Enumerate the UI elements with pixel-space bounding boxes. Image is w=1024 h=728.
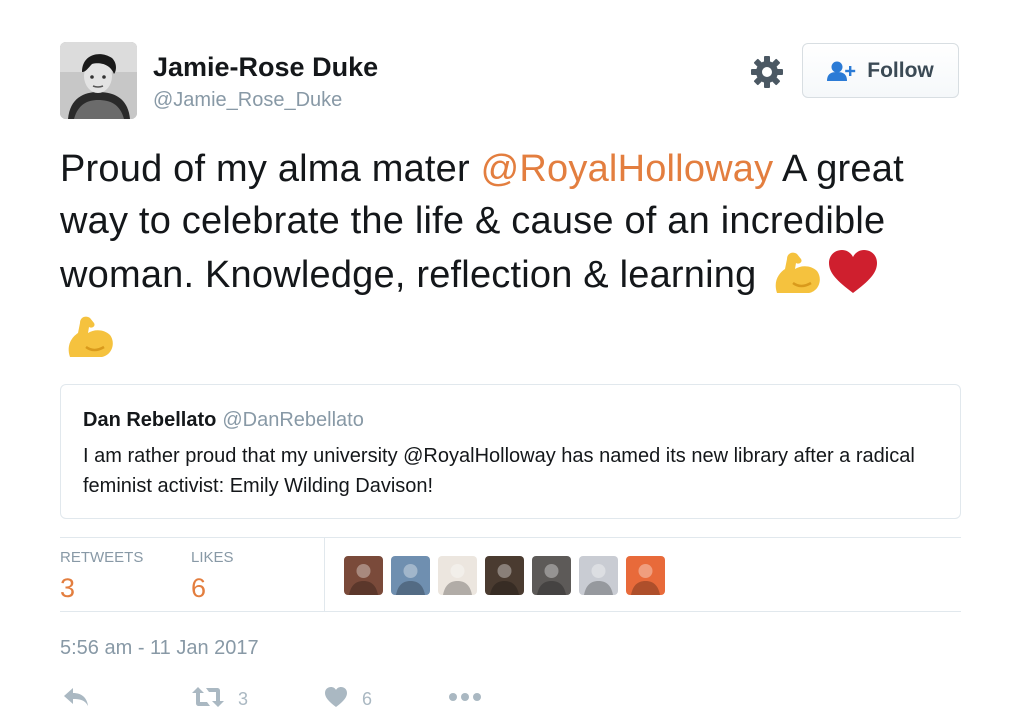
- flexed-biceps-icon: [64, 311, 116, 375]
- tweet-mention-link[interactable]: @RoyalHolloway: [481, 148, 774, 190]
- add-user-icon: [827, 60, 857, 82]
- likes-label: LIKES: [191, 549, 234, 566]
- liker-avatars: [344, 556, 673, 595]
- more-dots-icon: [448, 686, 482, 707]
- stats-separator: [324, 537, 325, 612]
- author-name[interactable]: Jamie-Rose Duke: [153, 52, 378, 83]
- tweet-text-start: Proud of my alma mater: [60, 148, 481, 190]
- reply-button[interactable]: [62, 686, 90, 713]
- tweet-timestamp[interactable]: 5:56 am - 11 Jan 2017: [60, 637, 259, 660]
- retweets-label: RETWEETS: [60, 549, 144, 566]
- flexed-biceps-icon: [771, 247, 823, 311]
- retweet-action-count: 3: [238, 689, 249, 709]
- like-button[interactable]: 6: [324, 686, 372, 713]
- follow-button[interactable]: Follow: [802, 43, 959, 98]
- quoted-tweet-header: Dan Rebellato @DanRebellato: [83, 409, 364, 432]
- tweet-text: Proud of my alma mater @RoyalHolloway A …: [60, 143, 920, 375]
- retweet-icon: [192, 686, 224, 713]
- quoted-author-handle: @DanRebellato: [222, 409, 364, 431]
- gear-icon[interactable]: [750, 55, 784, 89]
- liker-avatar-7[interactable]: [626, 556, 665, 595]
- follow-label: Follow: [867, 58, 934, 82]
- heart-icon: [324, 686, 348, 713]
- stats-bottom-divider: [60, 611, 961, 612]
- retweet-button[interactable]: 3: [192, 686, 248, 713]
- stats-top-divider: [60, 537, 961, 538]
- red-heart-icon: [827, 247, 879, 311]
- retweets-count[interactable]: 3: [60, 573, 75, 604]
- liker-avatar-6[interactable]: [579, 556, 618, 595]
- liker-avatar-2[interactable]: [391, 556, 430, 595]
- author-handle[interactable]: @Jamie_Rose_Duke: [153, 89, 342, 112]
- quoted-tweet[interactable]: Dan Rebellato @DanRebellato I am rather p…: [60, 384, 961, 519]
- liker-avatar-3[interactable]: [438, 556, 477, 595]
- like-action-count: 6: [362, 689, 373, 709]
- quoted-tweet-text: I am rather proud that my university @Ro…: [83, 445, 915, 497]
- likes-count[interactable]: 6: [191, 573, 206, 604]
- author-avatar[interactable]: [60, 42, 137, 119]
- liker-avatar-5[interactable]: [532, 556, 571, 595]
- liker-avatar-4[interactable]: [485, 556, 524, 595]
- more-button[interactable]: [448, 686, 482, 707]
- reply-icon: [62, 686, 90, 713]
- liker-avatar-1[interactable]: [344, 556, 383, 595]
- quoted-author-name: Dan Rebellato: [83, 409, 217, 431]
